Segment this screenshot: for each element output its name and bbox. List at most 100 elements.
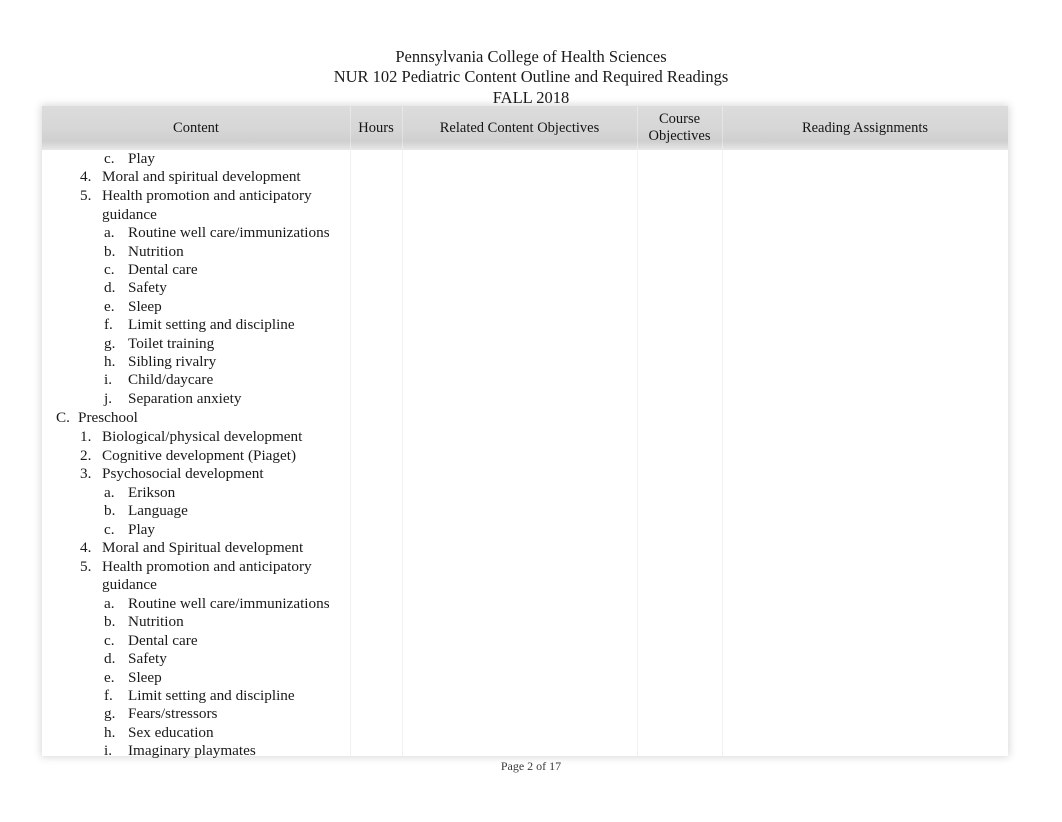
outline-item-marker: a. — [104, 595, 115, 613]
outline-item-text: Health promotion and anticipatory — [102, 557, 312, 575]
outline-item: f. Limit setting and discipline — [50, 316, 350, 334]
outline-item-marker: b. — [104, 502, 116, 520]
heading-line-course: NUR 102 Pediatric Content Outline and Re… — [333, 67, 729, 87]
outline-item: b. Language — [50, 502, 350, 520]
table-body: c. Play 4. Moral and spiritual development 5… — [42, 150, 1008, 759]
outline-item-text: Separation anxiety — [128, 389, 242, 407]
outline-item-text: Dental care — [128, 261, 198, 278]
outline-item: f. Limit setting and discipline — [50, 687, 350, 705]
outline-item: C. Preschool — [50, 408, 350, 428]
outline-item: 3. Psychosocial development — [50, 465, 350, 484]
outline-item-text: Play — [128, 150, 156, 167]
outline-item-marker: f. — [104, 687, 113, 705]
outline-item-marker: d. — [104, 650, 116, 668]
outline-item: e. Sleep — [50, 298, 350, 316]
page-footer: Page 2 of 17 — [0, 759, 1062, 774]
outline-item-continuation: guidance — [102, 205, 157, 223]
outline-item: a. Routine well care/immunizations — [50, 224, 350, 242]
outline-item-text: Nutrition — [128, 242, 184, 260]
outline-item: 4. Moral and spiritual development — [50, 168, 350, 187]
outline-item-marker: c. — [104, 520, 115, 538]
outline-item-continuation: guidance — [102, 576, 157, 594]
outline-item-marker: i. — [104, 742, 113, 760]
column-header-related-content-objectives-label: Related Content Objectives — [439, 119, 600, 136]
outline-item-text: Nutrition — [128, 613, 184, 631]
outline-item-text: Safety — [128, 279, 167, 297]
outline-item-text: Safety — [128, 650, 167, 668]
column-header-content-label: Content — [173, 119, 219, 136]
outline-item-text: Routine well care/immunizations — [128, 595, 330, 613]
outline-item-text: Moral and spiritual development — [102, 168, 301, 186]
outline-item: g. Toilet training — [50, 335, 350, 353]
heading-line-institution: Pennsylvania College of Health Sciences — [395, 47, 667, 66]
outline-item-marker: c. — [104, 631, 115, 649]
cell-reading-assignments[interactable] — [723, 150, 1007, 756]
outline-item: h. Sex education — [50, 724, 350, 742]
outline-item-marker: h. — [104, 353, 116, 371]
column-header-content: Content — [42, 106, 350, 150]
outline-item-marker: 1. — [80, 428, 92, 446]
outline-item: g. Fears/stressors — [50, 705, 350, 723]
column-header-reading-assignments: Reading Assignments — [722, 106, 1008, 150]
outline-item-marker: h. — [104, 723, 116, 741]
outline-item-text: Preschool — [78, 409, 138, 427]
outline-item: 1. Biological/physical development — [50, 428, 350, 447]
outline-item: c. Play — [50, 150, 350, 168]
outline-item-text: Fears/stressors — [128, 705, 218, 723]
table-header-row: Content Hours Related Content Objectives… — [42, 106, 1008, 151]
outline-item-text: Limit setting and discipline — [128, 316, 295, 334]
outline-item-text: Imaginary playmates — [128, 742, 256, 760]
outline-item-text: Cognitive development (Piaget) — [102, 446, 297, 464]
outline-item: 2. Cognitive development (Piaget) — [50, 447, 350, 466]
outline-item-marker: a. — [104, 224, 115, 242]
outline-item-marker: 2. — [80, 446, 92, 464]
outline-item-marker: i. — [104, 371, 113, 389]
outline-item-marker: f. — [104, 316, 113, 334]
cell-related-content-objectives[interactable] — [403, 150, 636, 756]
outline-item-text: Moral and Spiritual development — [102, 539, 304, 557]
outline-item-text: Sleep — [128, 668, 162, 686]
outline-item-marker: e. — [104, 297, 115, 315]
outline-item-text: Child/daycare — [128, 371, 214, 389]
column-header-reading-assignments-label: Reading Assignments — [801, 119, 929, 136]
outline-item-marker: 4. — [80, 539, 92, 557]
outline-item: h. Sibling rivalry — [50, 353, 350, 371]
column-header-course-objectives-label-line2: Objectives — [648, 128, 711, 144]
outline-item-text: Sleep — [128, 297, 162, 315]
outline-item: e. Sleep — [50, 669, 350, 687]
outline-item-marker: 4. — [80, 168, 92, 186]
outline-item: 5. Health promotion and anticipatory — [50, 187, 350, 206]
column-header-hours: Hours — [350, 106, 402, 150]
outline-item: i. Child/daycare — [50, 371, 350, 389]
outline-item-marker: j. — [104, 389, 113, 407]
outline-item-marker: e. — [104, 668, 115, 686]
outline-item-text: Play — [128, 520, 156, 538]
outline-item: d. Safety — [50, 650, 350, 668]
outline-item: 5. Health promotion and anticipatory — [50, 558, 350, 577]
outline-item-marker: d. — [104, 279, 116, 297]
column-header-related-content-objectives: Related Content Objectives — [402, 106, 637, 150]
cell-course-objectives[interactable] — [638, 150, 721, 756]
content-outline-table: Content Hours Related Content Objectives… — [42, 106, 1008, 759]
outline-item-marker: b. — [104, 613, 116, 631]
page-number-label: Page 2 of 17 — [500, 759, 562, 773]
outline-item-text: Routine well care/immunizations — [128, 224, 330, 242]
outline-item-text: Erikson — [128, 484, 176, 502]
outline-item: a. Erikson — [50, 484, 350, 502]
column-header-hours-label: Hours — [358, 119, 394, 136]
outline-item-text: Biological/physical development — [102, 428, 303, 446]
outline-item-text: Dental care — [128, 631, 198, 649]
outline-item: j. Separation anxiety — [50, 390, 350, 408]
outline-item-marker: C. — [56, 409, 70, 427]
outline-item: 4. Moral and Spiritual development — [50, 539, 350, 558]
outline-item-text: Limit setting and discipline — [128, 687, 295, 705]
outline-item-marker: b. — [104, 242, 116, 260]
cell-hours[interactable] — [351, 150, 401, 756]
outline-item-text: Toilet training — [128, 334, 215, 352]
outline-item-text: Sibling rivalry — [128, 353, 217, 371]
content-outline-list: c. Play 4. Moral and spiritual development 5… — [50, 150, 350, 761]
outline-item: a. Routine well care/immunizations — [50, 595, 350, 613]
outline-item-marker: g. — [104, 334, 116, 352]
outline-item-text: Psychosocial development — [102, 465, 264, 483]
outline-item: c. Dental care — [50, 261, 350, 279]
